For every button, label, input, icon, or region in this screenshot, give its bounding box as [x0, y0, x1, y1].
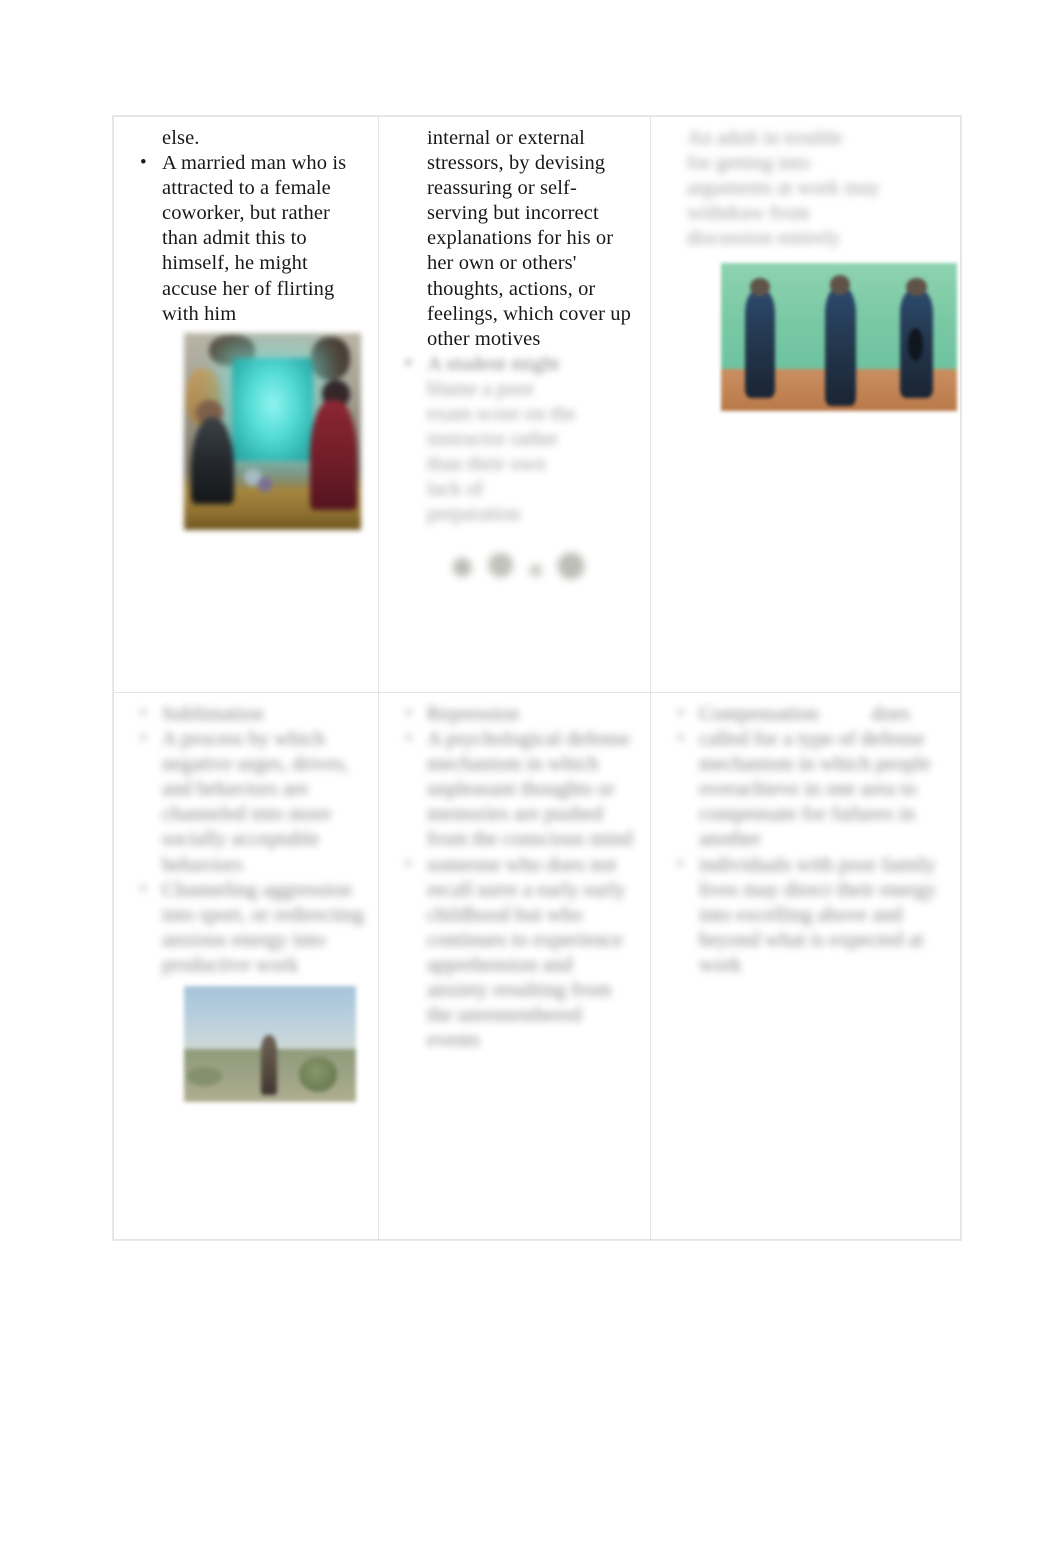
redacted-paragraph: An adult in trouble for getting into arg… — [687, 126, 946, 251]
list-item-redacted: A process by which negative urges, drive… — [128, 726, 364, 878]
bullet-list-secondary: A student might — [393, 351, 636, 377]
bullet-list-redacted: Compensation does called for a type of d… — [665, 701, 946, 978]
redacted-line: arguments at work may — [687, 177, 880, 200]
redacted-line: withdraw from — [687, 202, 810, 225]
list-item-heading-redacted: Repression — [393, 701, 636, 727]
redacted-line: blame a poor — [427, 377, 535, 400]
list-item-heading-redacted: Compensation does — [665, 701, 946, 727]
blurred-inline-figure — [443, 541, 603, 588]
continuation-line: else. — [162, 127, 200, 149]
bullet-list: A married man who is attracted to a fema… — [128, 150, 364, 327]
redacted-line: lack of — [427, 478, 484, 501]
list-item-redacted: A student might — [393, 351, 636, 377]
list-item-redacted: Channeling aggression into sport, or red… — [128, 877, 364, 978]
document-page: else. A married man who is attracted to … — [0, 0, 1062, 1561]
bullet-list-redacted: Sublimation A process by which negative … — [128, 701, 364, 978]
table-cell-r2c2: Repression A psychological defense mecha… — [378, 692, 651, 1240]
table-cell-r1c1: else. A married man who is attracted to … — [113, 116, 379, 693]
three-figures-image — [721, 263, 957, 412]
list-item-redacted: called for a type of defense mechanism i… — [665, 726, 946, 852]
list-item-redacted: A psychological defense mechanism in whi… — [393, 726, 636, 852]
continuation-text: internal or external stressors, by devis… — [427, 127, 631, 350]
list-item-redacted: someone who does not recall ките a early… — [393, 852, 636, 1054]
table-cell-r2c1: Sublimation A process by which negative … — [113, 692, 379, 1240]
redacted-paragraph: blame a poor exam score on the instructo… — [427, 377, 636, 528]
table-row: else. A married man who is attracted to … — [113, 116, 961, 693]
list-item-redacted: individuals with poor family lives may d… — [665, 852, 946, 978]
table-cell-r1c2: internal or external stressors, by devis… — [378, 116, 651, 693]
redacted-line: instructor rather — [427, 428, 559, 451]
defense-mechanisms-table: else. A married man who is attracted to … — [113, 116, 961, 1240]
redacted-line: exam score on the — [427, 403, 576, 426]
table-row: Sublimation A process by which negative … — [113, 692, 961, 1240]
table-cell-r2c3: Compensation does called for a type of d… — [650, 692, 961, 1240]
redacted-line: preparation — [427, 503, 521, 526]
bullet-list-redacted: Repression A psychological defense mecha… — [393, 701, 636, 1054]
redacted-line: for getting into — [687, 152, 810, 175]
list-item: A married man who is attracted to a fema… — [128, 150, 364, 327]
outdoor-field-image — [184, 986, 356, 1103]
redacted-line: discussion entirely — [687, 227, 841, 250]
office-scene-image — [184, 332, 361, 530]
redacted-line: than their own — [427, 453, 546, 476]
table-cell-r1c3: An adult in trouble for getting into arg… — [650, 116, 961, 693]
redacted-line: An adult in trouble — [687, 127, 843, 149]
list-item-heading-redacted: Sublimation — [128, 701, 364, 727]
